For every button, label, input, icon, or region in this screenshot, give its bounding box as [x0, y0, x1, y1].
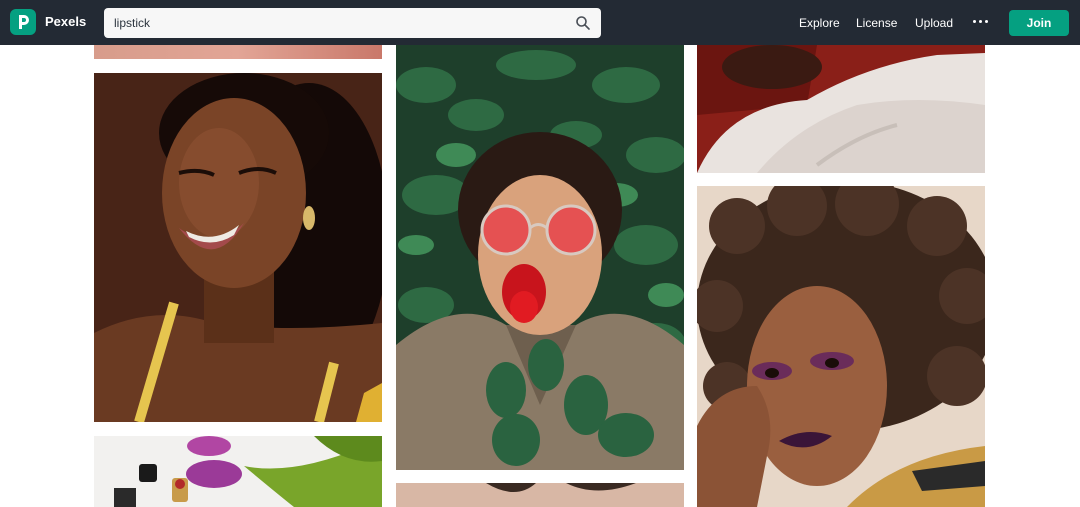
search-icon[interactable]: [575, 15, 591, 31]
pexels-logo-icon[interactable]: [10, 9, 36, 35]
brand-name[interactable]: Pexels: [45, 14, 86, 29]
search-input[interactable]: [114, 8, 564, 38]
photo-tulips-lipstick[interactable]: [94, 436, 382, 507]
photo-fur-coat-partial[interactable]: [697, 45, 985, 173]
nav-upload[interactable]: Upload: [915, 16, 953, 30]
join-button[interactable]: Join: [1009, 10, 1069, 36]
photo-woman-red-glasses-leaves[interactable]: [396, 45, 684, 470]
photo-bottom-partial-center[interactable]: [396, 483, 684, 507]
photo-top-partial-left[interactable]: [94, 45, 382, 59]
top-navbar: Pexels Explore License Upload Join: [0, 0, 1080, 45]
photo-grid: [0, 45, 1080, 507]
nav-explore[interactable]: Explore: [799, 16, 840, 30]
search-bar: [104, 8, 601, 38]
nav-license[interactable]: License: [856, 16, 897, 30]
more-horizontal-icon[interactable]: [973, 20, 989, 24]
photo-woman-smiling-braces[interactable]: [94, 73, 382, 422]
photo-woman-curly-hair-dark-lips[interactable]: [697, 186, 985, 507]
